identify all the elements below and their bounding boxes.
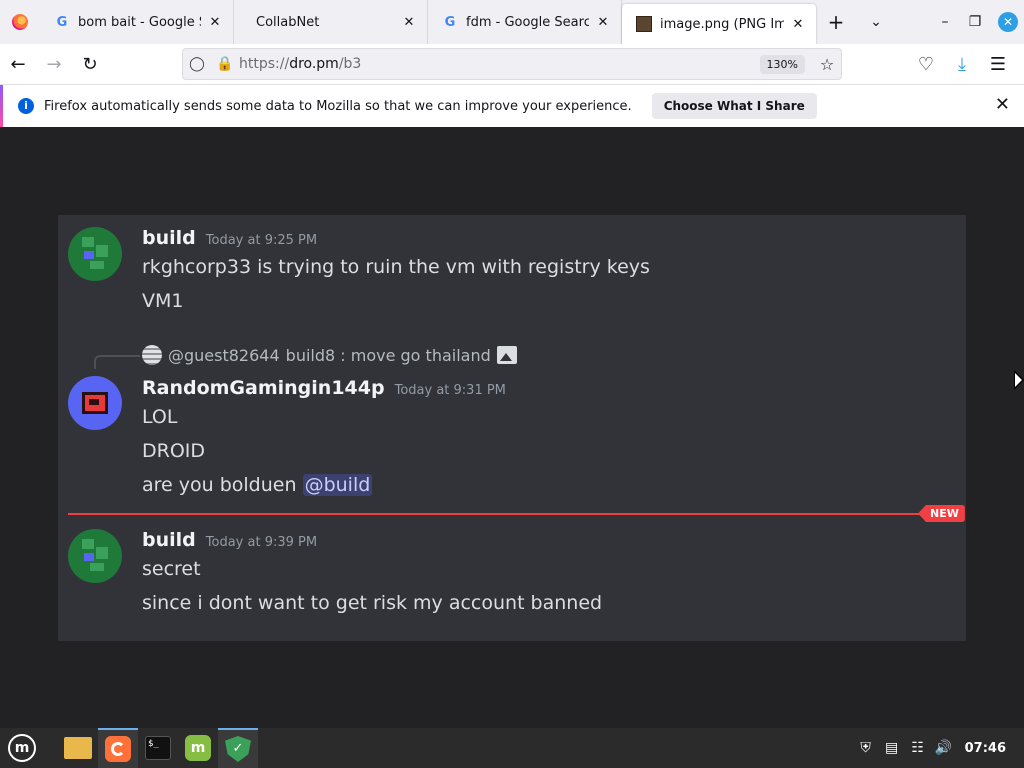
tab-fdm[interactable]: G fdm - Google Search ✕	[428, 0, 622, 44]
tab-title: bom bait - Google Sear	[78, 14, 201, 30]
google-icon: G	[444, 14, 456, 30]
shield-tray-icon[interactable]: ⛨	[853, 740, 879, 756]
new-badge: NEW	[918, 505, 965, 522]
choose-what-i-share-button[interactable]: Choose What I Share	[651, 93, 817, 119]
toolbar-right: ♡ ⤓ ☰	[908, 48, 1016, 80]
tracking-shield-icon[interactable]: ◯	[183, 56, 211, 72]
message-text: VM1	[142, 290, 184, 312]
image-icon	[636, 16, 652, 32]
system-tray: ⛨ ▤ ☷ 🔊 07:46	[853, 728, 1024, 768]
terminal-icon: $_	[145, 736, 171, 760]
avatar	[68, 227, 122, 281]
tab-title: image.png (PNG Image	[660, 16, 784, 32]
message-text: secret	[142, 558, 201, 580]
timestamp: Today at 9:25 PM	[205, 233, 318, 248]
chevron-down-icon[interactable]: ⌄	[856, 0, 896, 44]
tab-title: CollabNet	[256, 14, 320, 30]
new-messages-divider	[68, 513, 928, 515]
reply-avatar	[142, 345, 162, 365]
message-text: LOL	[142, 406, 178, 428]
message-text: since i dont want to get risk my account…	[142, 592, 603, 614]
info-icon: i	[18, 98, 34, 114]
url-host: dro.pm	[289, 56, 339, 72]
tab-image-png[interactable]: image.png (PNG Image ✕	[622, 4, 816, 44]
taskbar-apps: $_ m ✓	[58, 728, 258, 768]
back-arrow-icon[interactable]: ←	[0, 48, 36, 80]
close-icon[interactable]: ✕	[207, 15, 223, 30]
taskbar-files[interactable]	[58, 728, 98, 768]
reply-preview: @guest82644 build8 : move go thailand	[142, 345, 517, 365]
reply-username: @guest82644	[168, 345, 280, 365]
username: build	[142, 227, 196, 249]
firefox-icon	[12, 14, 28, 30]
url-text[interactable]: https://dro.pm/b3	[239, 56, 760, 72]
image-viewport: build Today at 9:25 PM rkghcorp33 is try…	[0, 128, 1024, 728]
shield-icon: ✓	[225, 736, 251, 762]
zoom-level-badge[interactable]: 130%	[759, 54, 805, 74]
chat-screenshot-image[interactable]: build Today at 9:25 PM rkghcorp33 is try…	[58, 215, 966, 641]
message-header: build Today at 9:25 PM	[142, 227, 317, 249]
window-controls: – ❐ ✕	[930, 0, 1024, 44]
network-icon[interactable]: ☷	[905, 740, 931, 756]
bookmark-star-icon[interactable]: ☆	[813, 55, 841, 74]
taskbar-update-manager[interactable]: m	[178, 728, 218, 768]
reload-icon[interactable]: ↻	[72, 48, 108, 80]
close-icon[interactable]: ✕	[995, 94, 1010, 115]
notification-accent	[0, 85, 3, 127]
avatar	[68, 376, 122, 430]
files-icon	[64, 737, 92, 759]
hamburger-menu-icon[interactable]: ☰	[980, 48, 1016, 80]
forward-arrow-icon[interactable]: →	[36, 48, 72, 80]
message-text: DROID	[142, 440, 206, 462]
update-tray-icon[interactable]: ▤	[879, 740, 905, 756]
message-text: are you bolduen	[142, 474, 297, 496]
message-text: rkghcorp33 is trying to ruin the vm with…	[142, 256, 650, 278]
google-icon: G	[56, 14, 68, 30]
navigation-bar: ← → ↻ ◯ 🔒 https://dro.pm/b3 130% ☆ ♡ ⤓ ☰	[0, 44, 1024, 84]
message-header: RandomGamingin144p Today at 9:31 PM	[142, 377, 506, 399]
reply-text: build8 : move go thailand	[285, 345, 491, 365]
timestamp: Today at 9:39 PM	[205, 535, 318, 550]
close-icon[interactable]: ✕	[595, 15, 611, 30]
new-tab-button[interactable]: +	[816, 0, 856, 44]
mint-update-icon: m	[185, 735, 211, 761]
username: build	[142, 529, 196, 551]
data-collection-notification: i Firefox automatically sends some data …	[0, 84, 1024, 127]
taskbar: m $_ m ✓ ⛨ ▤ ☷ 🔊 07:46	[0, 728, 1024, 768]
notification-text: Firefox automatically sends some data to…	[44, 98, 632, 114]
tab-title: fdm - Google Search	[466, 14, 589, 30]
clock[interactable]: 07:46	[965, 741, 1006, 756]
taskbar-terminal[interactable]: $_	[138, 728, 178, 768]
download-icon[interactable]: ⤓	[944, 48, 980, 80]
pocket-icon[interactable]: ♡	[908, 48, 944, 80]
window-close-icon[interactable]: ✕	[998, 12, 1018, 32]
url-bar[interactable]: ◯ 🔒 https://dro.pm/b3 130% ☆	[182, 48, 842, 80]
restore-icon[interactable]: ❐	[960, 14, 990, 30]
reply-connector	[94, 355, 140, 369]
url-scheme: https://	[239, 56, 290, 72]
tab-bom-bait[interactable]: G bom bait - Google Sear ✕	[40, 0, 234, 44]
url-path: /b3	[338, 56, 362, 72]
tab-strip: G bom bait - Google Sear ✕ CollabNet ✕ G…	[0, 0, 1024, 44]
username: RandomGamingin144p	[142, 377, 385, 399]
taskbar-shield[interactable]: ✓	[218, 728, 258, 768]
avatar	[68, 529, 122, 583]
minimize-icon[interactable]: –	[930, 14, 960, 30]
firefox-icon	[105, 736, 131, 762]
user-mention: @build	[302, 474, 373, 496]
tab-collabnet[interactable]: CollabNet ✕	[234, 0, 428, 44]
lock-icon[interactable]: 🔒	[211, 56, 239, 72]
firefox-view-button[interactable]	[0, 0, 40, 44]
image-icon	[496, 346, 517, 364]
volume-icon[interactable]: 🔊	[931, 740, 957, 756]
close-icon[interactable]: ✕	[401, 15, 417, 30]
message-header: build Today at 9:39 PM	[142, 529, 317, 551]
mouse-pointer-icon	[1014, 370, 1024, 390]
timestamp: Today at 9:31 PM	[394, 383, 506, 398]
message-text-with-mention: are you bolduen @build	[142, 474, 373, 496]
start-menu-button[interactable]: m	[8, 734, 36, 762]
taskbar-firefox[interactable]	[98, 728, 138, 768]
close-icon[interactable]: ✕	[790, 17, 806, 32]
